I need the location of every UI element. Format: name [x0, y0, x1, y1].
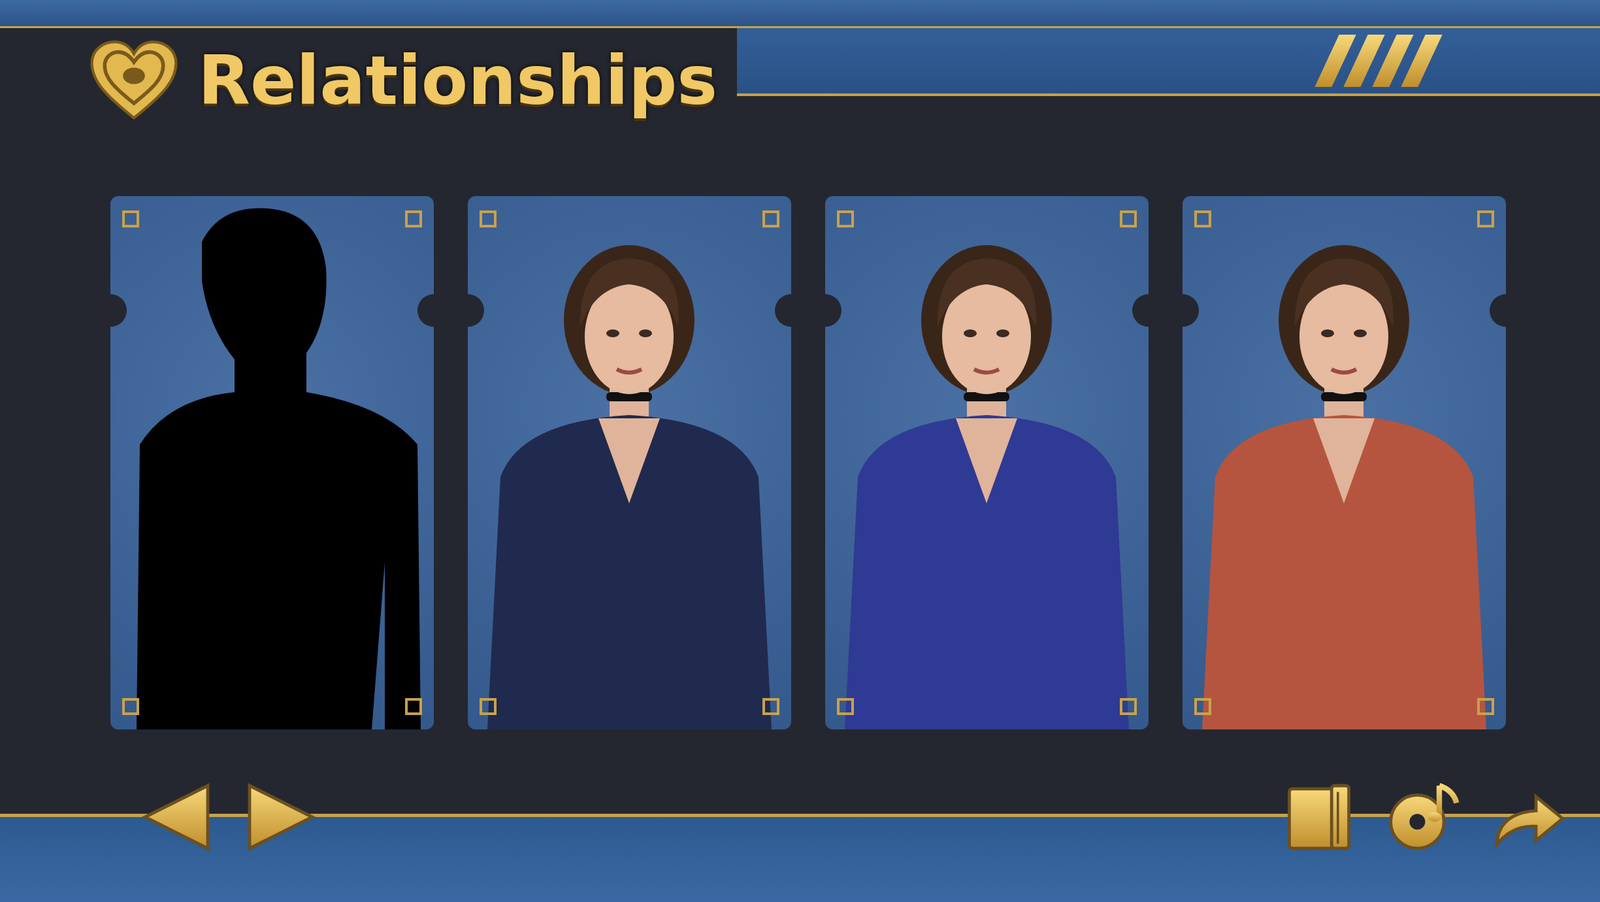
right-arrow-icon — [241, 777, 321, 856]
card-notch — [467, 293, 485, 327]
corner-ornament — [1477, 210, 1495, 228]
character-card[interactable] — [825, 195, 1149, 730]
corner-ornament — [1119, 697, 1137, 715]
mouth — [1331, 369, 1357, 373]
corner-ornament — [762, 210, 780, 228]
character-portrait — [825, 195, 1149, 730]
corner-ornament — [1194, 210, 1212, 228]
corner-ornament — [479, 210, 497, 228]
corner-ornament — [762, 697, 780, 715]
card-notch — [110, 293, 127, 327]
character-portrait — [1182, 195, 1506, 730]
corner-ornament — [836, 697, 854, 715]
eye — [1353, 329, 1367, 338]
top-band — [0, 0, 1600, 29]
character-portrait — [467, 195, 792, 730]
mouth — [616, 369, 642, 373]
corner-ornament — [1119, 210, 1137, 228]
corner-ornament — [1477, 697, 1495, 715]
character-portrait — [110, 195, 434, 730]
header: Relationships — [0, 28, 1600, 133]
title-group: Relationships — [0, 28, 737, 133]
neckline — [1313, 418, 1375, 504]
header-band — [736, 28, 1600, 97]
hair-front — [580, 258, 679, 327]
relationships-screen: Relationships — [0, 0, 1600, 902]
eye — [1321, 329, 1335, 338]
eye — [638, 329, 653, 338]
screen-title: Relationships — [197, 43, 718, 118]
prev-button[interactable] — [137, 777, 216, 856]
hair-front — [937, 258, 1037, 327]
card-notch — [1132, 293, 1149, 327]
eye — [606, 329, 620, 338]
continue-button[interactable] — [1488, 777, 1568, 856]
eye — [963, 329, 977, 338]
music-button[interactable] — [1384, 777, 1463, 856]
corner-ornament — [122, 697, 140, 715]
hair-back — [921, 244, 1052, 396]
pager — [137, 777, 321, 856]
neckline — [955, 418, 1018, 504]
outfit — [487, 414, 772, 730]
eye — [996, 329, 1010, 338]
music-disc-icon — [1384, 777, 1463, 856]
character-card[interactable] — [110, 195, 434, 730]
hair-back — [563, 244, 695, 396]
next-button[interactable] — [241, 777, 321, 856]
card-notch — [1182, 293, 1199, 327]
silhouette — [136, 208, 421, 730]
hair-front — [1294, 258, 1394, 327]
corner-ornament — [122, 210, 140, 228]
left-arrow-icon — [137, 777, 216, 856]
corner-ornament — [1194, 697, 1212, 715]
character-card[interactable] — [467, 195, 792, 730]
card-notch — [417, 293, 434, 327]
book-icon — [1279, 777, 1359, 856]
card-notch — [774, 293, 792, 327]
card-notch — [825, 293, 842, 327]
corner-ornament — [405, 210, 423, 228]
character-cards — [0, 132, 1600, 732]
card-notch — [1489, 293, 1506, 327]
corner-ornament — [405, 697, 423, 715]
hair-back — [1278, 244, 1410, 396]
corner-ornament — [836, 210, 854, 228]
corner-ornament — [479, 697, 497, 715]
heart-icon — [88, 39, 180, 122]
footer — [0, 731, 1600, 902]
gallery-button[interactable] — [1279, 777, 1359, 856]
forward-arrow-icon — [1488, 777, 1568, 856]
neckline — [598, 418, 660, 504]
stripes-ornament — [1326, 34, 1431, 87]
outfit — [1202, 414, 1487, 730]
character-card[interactable] — [1182, 195, 1506, 730]
actions — [1279, 777, 1568, 856]
mouth — [974, 369, 999, 373]
outfit — [844, 414, 1129, 730]
